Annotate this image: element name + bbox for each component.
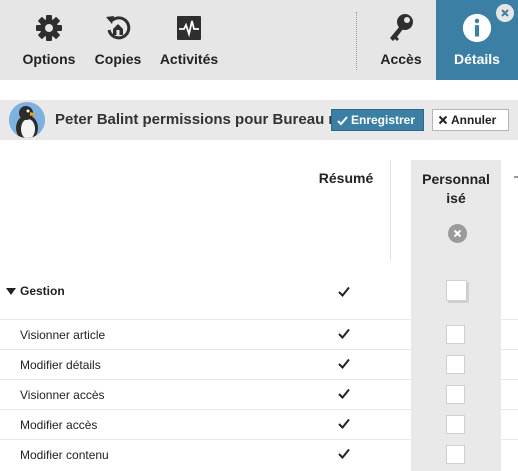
column-header-custom-line2: isé	[446, 190, 466, 206]
activity-chart-icon	[173, 12, 205, 44]
check-icon	[338, 388, 350, 399]
check-icon	[338, 328, 350, 339]
save-button[interactable]: Enregistrer	[331, 109, 424, 131]
avatar	[9, 102, 45, 138]
check-icon	[337, 115, 348, 125]
check-icon	[338, 418, 350, 429]
info-icon	[461, 12, 493, 44]
check-icon	[338, 358, 350, 369]
options-button[interactable]: Options	[14, 0, 84, 80]
permission-row[interactable]: Modifier accès	[0, 410, 518, 440]
column-divider	[390, 160, 391, 260]
copies-label: Copies	[94, 51, 142, 67]
group-row-gestion[interactable]: Gestion	[0, 261, 518, 320]
copies-button[interactable]: Copies	[88, 0, 148, 80]
gear-icon	[33, 12, 65, 44]
save-label: Enregistrer	[351, 113, 416, 127]
acces-button[interactable]: Accès	[370, 0, 432, 80]
caret-down-icon[interactable]	[6, 288, 16, 296]
cancel-label: Annuler	[451, 113, 497, 127]
options-label: Options	[22, 51, 76, 67]
permission-row[interactable]: Modifier contenu	[0, 440, 518, 471]
custom-checkbox[interactable]	[446, 385, 465, 404]
permission-label: Modifier détails	[20, 358, 101, 372]
activites-label: Activités	[159, 51, 219, 67]
permission-row[interactable]: Visionner article	[0, 320, 518, 350]
permission-label: Modifier accès	[20, 418, 98, 432]
permission-label: Visionner article	[20, 328, 106, 342]
column-header-custom: Personnal isé	[414, 170, 498, 208]
acces-label: Accès	[380, 51, 422, 67]
permission-row[interactable]: Visionner accès	[0, 380, 518, 410]
permission-label: Modifier contenu	[20, 448, 109, 462]
custom-checkbox[interactable]	[446, 445, 465, 464]
page-title: Peter Balint permissions pour Bureau m	[55, 111, 337, 128]
column-header-custom-line1: Personnal	[422, 171, 490, 187]
custom-checkbox[interactable]	[446, 280, 467, 301]
copies-refresh-icon	[102, 12, 134, 44]
details-label: Détails	[454, 51, 500, 67]
column-header-resume: Résumé	[318, 170, 374, 186]
activites-button[interactable]: Activités	[152, 0, 226, 80]
key-icon	[385, 12, 417, 44]
clear-circle-icon[interactable]	[448, 224, 467, 243]
close-icon[interactable]	[496, 4, 514, 22]
custom-checkbox[interactable]	[446, 325, 465, 344]
next-column-edge	[514, 176, 518, 178]
custom-checkbox[interactable]	[446, 355, 465, 374]
details-button[interactable]: Détails	[436, 0, 518, 80]
custom-checkbox[interactable]	[446, 415, 465, 434]
check-icon	[338, 448, 350, 459]
group-label: Gestion	[20, 284, 65, 298]
toolbar-divider	[356, 12, 357, 70]
x-icon	[438, 115, 448, 125]
toolbar: Options Copies Activités Accès Détails	[0, 0, 518, 80]
check-icon	[338, 286, 350, 297]
permission-row[interactable]: Modifier détails	[0, 350, 518, 380]
cancel-button[interactable]: Annuler	[432, 109, 509, 131]
permission-label: Visionner accès	[20, 388, 105, 402]
